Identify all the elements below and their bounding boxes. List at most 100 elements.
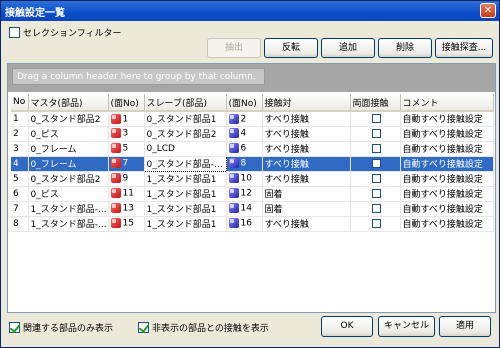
master-part[interactable]: 0_ピス — [28, 186, 109, 202]
col-header-no[interactable]: No — [11, 94, 29, 112]
comment[interactable]: 自動すべり接触設定 — [400, 186, 494, 202]
contact-table[interactable]: No マスタ(部品) (面No) スレーブ(部品) (面No) 接触対 両面接触… — [11, 94, 494, 232]
slave-face[interactable]: 10 — [226, 171, 263, 187]
only-related-option[interactable]: 関連する部品のみ表示 — [9, 321, 113, 334]
master-face[interactable]: 5 — [108, 141, 145, 157]
selection-filter[interactable]: セレクションフィルター — [9, 26, 122, 39]
master-face[interactable]: 9 — [108, 171, 145, 187]
reverse-button[interactable]: 反転 — [264, 38, 318, 58]
both-sides-checkbox[interactable] — [371, 218, 381, 228]
slave-face[interactable]: 12 — [226, 186, 263, 202]
row-no[interactable]: 3 — [11, 141, 29, 157]
extract-button[interactable]: 抽出 — [207, 38, 261, 58]
contact-pair[interactable]: すべり接触 — [262, 156, 351, 172]
master-part[interactable]: 1_スタンド部品-... — [28, 201, 109, 217]
row-no[interactable]: 4 — [11, 156, 29, 172]
row-no[interactable]: 6 — [11, 186, 29, 202]
master-face[interactable]: 3 — [108, 126, 145, 142]
show-hidden-checkbox[interactable] — [138, 322, 149, 333]
both-sides-cell[interactable] — [350, 141, 401, 157]
both-sides-checkbox[interactable] — [371, 113, 381, 123]
master-face[interactable]: 1 — [108, 111, 145, 127]
contact-pair[interactable]: すべり接触 — [262, 111, 351, 127]
row-no[interactable]: 1 — [11, 111, 29, 127]
col-header-master-face[interactable]: (面No) — [108, 94, 145, 112]
both-sides-cell[interactable] — [350, 201, 401, 217]
master-face[interactable]: 13 — [108, 201, 145, 217]
both-sides-cell[interactable] — [350, 156, 401, 172]
table-row[interactable]: 3 0_フレーム 5 0_LCD 6 すべり接触 自動すべり接触設定 — [11, 141, 494, 157]
slave-face[interactable]: 14 — [226, 201, 263, 217]
comment[interactable]: 自動すべり接触設定 — [400, 216, 494, 232]
title-bar[interactable]: 接触設定一覧 ✕ — [1, 1, 499, 21]
table-row[interactable]: 6 0_ピス 11 1_スタンド部品1 12 固着 自動すべり接触設定 — [11, 186, 494, 202]
table-row[interactable]: 1 0_スタンド部品2 1 0_スタンド部品1 2 すべり接触 自動すべり接触設定 — [11, 111, 494, 127]
comment[interactable]: 自動すべり接触設定 — [400, 141, 494, 157]
slave-face[interactable]: 16 — [226, 216, 263, 232]
group-by-panel[interactable]: Drag a column header here to group by th… — [8, 64, 495, 92]
row-no[interactable]: 7 — [11, 201, 29, 217]
slave-part[interactable]: 1_スタンド部品1 — [144, 201, 227, 217]
col-header-pair[interactable]: 接触対 — [262, 94, 351, 112]
slave-part[interactable]: 0_スタンド部品2 — [144, 126, 227, 142]
comment[interactable]: 自動すべり接触設定 — [400, 111, 494, 127]
master-part[interactable]: 0_スタンド部品2 — [28, 171, 109, 187]
contact-pair[interactable]: すべり接触 — [262, 171, 351, 187]
master-part[interactable]: 0_フレーム — [28, 156, 109, 172]
both-sides-cell[interactable] — [350, 171, 401, 187]
master-part[interactable]: 0_フレーム — [28, 141, 109, 157]
col-header-both-sides[interactable]: 両面接触 — [350, 94, 401, 112]
contact-search-button[interactable]: 接触探査... — [435, 38, 493, 58]
cancel-button[interactable]: キャンセル — [378, 316, 435, 337]
comment[interactable]: 自動すべり接触設定 — [400, 201, 494, 217]
comment[interactable]: 自動すべり接触設定 — [400, 171, 494, 187]
both-sides-cell[interactable] — [350, 186, 401, 202]
both-sides-cell[interactable] — [350, 126, 401, 142]
both-sides-checkbox[interactable] — [371, 173, 381, 183]
master-face[interactable]: 7 — [108, 156, 145, 172]
only-related-checkbox[interactable] — [9, 322, 20, 333]
master-part[interactable]: 1_スタンド部品-... — [28, 216, 109, 232]
comment[interactable]: 自動すべり接触設定 — [400, 156, 494, 172]
contact-pair[interactable]: 固着 — [262, 186, 351, 202]
row-no[interactable]: 8 — [11, 216, 29, 232]
both-sides-checkbox[interactable] — [371, 128, 381, 138]
slave-part[interactable]: 0_スタンド部品-... — [143, 155, 227, 172]
contact-grid[interactable]: Drag a column header here to group by th… — [7, 63, 496, 313]
master-face[interactable]: 11 — [108, 186, 145, 202]
add-button[interactable]: 追加 — [321, 38, 375, 58]
both-sides-checkbox[interactable] — [371, 188, 381, 198]
contact-pair[interactable]: すべり接触 — [262, 141, 351, 157]
slave-part[interactable]: 1_スタンド部品1 — [144, 216, 227, 232]
col-header-comment[interactable]: コメント — [400, 94, 494, 112]
selection-filter-checkbox[interactable] — [9, 27, 20, 38]
slave-face[interactable]: 6 — [226, 141, 263, 157]
contact-pair[interactable]: すべり接触 — [262, 216, 351, 232]
both-sides-cell[interactable] — [350, 111, 401, 127]
comment[interactable]: 自動すべり接触設定 — [400, 126, 494, 142]
delete-button[interactable]: 削除 — [378, 38, 432, 58]
table-row[interactable]: 5 0_スタンド部品2 9 1_スタンド部品1 10 すべり接触 自動すべり接触設定 — [11, 171, 494, 187]
table-row[interactable]: 8 1_スタンド部品-... 15 1_スタンド部品1 16 すべり接触 自動すべり接触設定 — [11, 216, 494, 232]
both-sides-cell[interactable] — [350, 216, 401, 232]
master-part[interactable]: 0_スタンド部品2 — [28, 111, 109, 127]
contact-pair[interactable]: すべり接触 — [262, 126, 351, 142]
col-header-master[interactable]: マスタ(部品) — [28, 94, 109, 112]
slave-face[interactable]: 4 — [226, 126, 263, 142]
master-part[interactable]: 0_ピス — [28, 126, 109, 142]
show-hidden-option[interactable]: 非表示の部品との接触を表示 — [138, 321, 269, 334]
close-icon[interactable]: ✕ — [480, 3, 496, 18]
col-header-slave[interactable]: スレーブ(部品) — [144, 94, 227, 112]
table-row[interactable]: 2 0_ピス 3 0_スタンド部品2 4 すべり接触 自動すべり接触設定 — [11, 126, 494, 142]
row-no[interactable]: 2 — [11, 126, 29, 142]
master-face[interactable]: 15 — [108, 216, 145, 232]
table-row[interactable]: 4 0_フレーム 7 0_スタンド部品-... 8 すべり接触 自動すべり接触設定 — [11, 155, 494, 172]
slave-face[interactable]: 8 — [226, 156, 263, 172]
slave-part[interactable]: 1_スタンド部品1 — [144, 171, 227, 187]
slave-face[interactable]: 2 — [226, 111, 263, 127]
ok-button[interactable]: OK — [321, 316, 373, 337]
apply-button[interactable]: 適用 — [439, 316, 491, 337]
row-no[interactable]: 5 — [11, 171, 29, 187]
both-sides-checkbox[interactable] — [371, 143, 381, 153]
contact-pair[interactable]: 固着 — [262, 201, 351, 217]
